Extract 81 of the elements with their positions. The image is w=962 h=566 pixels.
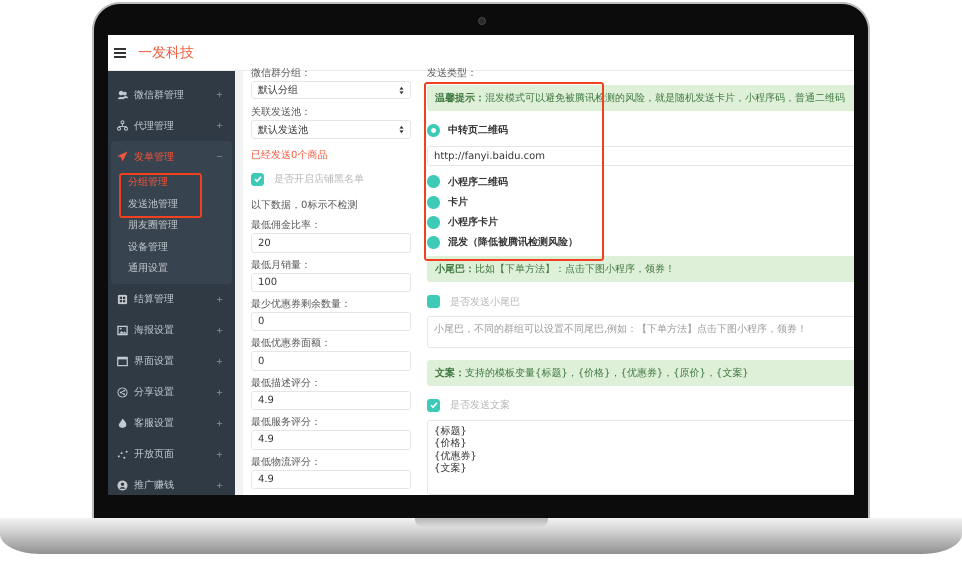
input-field[interactable]: 4.9 <box>251 430 411 450</box>
radio-label: 小程序卡片 <box>448 215 498 230</box>
input-field[interactable]: 20 <box>251 233 411 253</box>
field-label: 最低佣金比率： <box>251 219 322 234</box>
field-label: 最低服务评分： <box>251 416 322 430</box>
plus-icon <box>216 482 223 488</box>
checkbox-label: 是否发送文案 <box>450 398 510 412</box>
input-field[interactable]: 100 <box>251 272 411 292</box>
submenu-item[interactable]: 发送池管理 <box>111 194 232 215</box>
checkbox[interactable] <box>427 398 440 412</box>
plus-icon <box>216 296 223 302</box>
input-field[interactable]: 0 <box>251 312 411 332</box>
field-label: 最少优惠券剩余数量： <box>251 298 352 312</box>
check-icon <box>428 400 438 410</box>
caret-icon <box>399 125 404 134</box>
caret-icon <box>399 86 404 95</box>
dots-icon <box>117 448 128 460</box>
hint-text: 以下数据，0标示不检测 <box>251 199 358 214</box>
select-field[interactable]: 默认分组 <box>251 81 411 100</box>
sidebar-item[interactable]: 海报设置 <box>108 314 235 346</box>
field-label: 最低月销量： <box>251 258 312 273</box>
input-field[interactable]: http://fanyi.baidu.com <box>427 146 854 166</box>
plus-icon <box>216 326 223 334</box>
input-field[interactable]: 4.9 <box>251 470 411 489</box>
field-label: 最低优惠券面额： <box>251 337 332 352</box>
radio-label: 中转页二维码 <box>448 123 508 138</box>
share-icon <box>117 386 128 398</box>
sidebar-item[interactable]: 界面设置 <box>108 346 235 376</box>
window-icon <box>117 356 128 366</box>
radio-button[interactable] <box>427 124 440 137</box>
radio-button[interactable] <box>427 175 440 188</box>
radio-label: 小程序二维码 <box>448 175 508 189</box>
plus-icon <box>216 122 223 129</box>
user-icon <box>117 480 128 490</box>
grid-icon <box>117 294 128 304</box>
check-icon <box>252 174 262 184</box>
menu-icon[interactable] <box>114 48 126 58</box>
sidebar-item[interactable]: 微信群管理 <box>108 79 235 110</box>
camera-icon <box>478 17 486 25</box>
field-label: 微信群分组： <box>251 67 312 81</box>
submenu-item[interactable]: 通用设置 <box>111 258 232 280</box>
radio-button[interactable] <box>427 216 440 229</box>
submenu-item[interactable]: 设备管理 <box>111 236 232 258</box>
picture-icon <box>117 324 128 336</box>
network-icon <box>117 120 128 131</box>
paper-plane-icon <box>117 151 128 162</box>
sidebar-item[interactable]: 推广赚钱 <box>108 470 235 495</box>
tip-banner: 小尾巴：比如【下单方法】：点击下图小程序，领券！ <box>427 256 854 282</box>
input-field[interactable]: 0 <box>251 351 411 371</box>
textarea-field[interactable]: {标题} {价格} {优惠券} {文案} <box>427 420 854 495</box>
brand-title: 一发科技 <box>138 44 194 62</box>
sent-count-text: 已经发送0个商品 <box>251 148 328 163</box>
checkbox-label: 是否开启店铺黑名单 <box>274 172 364 186</box>
minus-icon <box>216 153 223 160</box>
radio-button[interactable] <box>427 236 440 249</box>
checkbox[interactable] <box>251 172 264 186</box>
radio-label: 卡片 <box>448 196 468 209</box>
plus-icon <box>216 420 223 426</box>
field-label: 关联发送池： <box>251 106 312 120</box>
checkbox[interactable] <box>427 295 440 308</box>
field-label: 发送类型： <box>427 67 478 81</box>
radio-label: 混发（降低被腾讯检测风险） <box>448 236 578 250</box>
checkbox-label: 是否发送小尾巴 <box>450 296 520 309</box>
plus-icon <box>216 450 223 458</box>
plus-icon <box>216 91 223 98</box>
field-label: 最低物流评分： <box>251 456 322 470</box>
sidebar-item[interactable]: 分享设置 <box>108 376 235 408</box>
people-icon <box>117 89 128 100</box>
plus-icon <box>216 358 223 364</box>
sidebar-item[interactable]: 结算管理 <box>108 284 235 314</box>
tip-banner: 文案：支持的模板变量{标题}，{价格}，{优惠券}，{原价}，{文案} <box>427 360 854 386</box>
plus-icon <box>216 388 223 396</box>
sidebar-item[interactable]: 代理管理 <box>108 110 235 141</box>
radio-button[interactable] <box>427 196 440 208</box>
field-label: 最低描述评分： <box>251 376 322 391</box>
input-field[interactable]: 4.9 <box>251 390 411 410</box>
textarea-field[interactable]: 小尾巴，不同的群组可以设置不同尾巴,例如：【下单方法】点击下图小程序，领券！ <box>427 316 854 348</box>
sidebar-item[interactable]: 客服设置 <box>108 408 235 438</box>
select-field[interactable]: 默认发送池 <box>251 120 411 139</box>
submenu-item[interactable]: 朋友圈管理 <box>111 215 232 236</box>
sidebar-item[interactable]: 开放页面 <box>108 438 235 470</box>
